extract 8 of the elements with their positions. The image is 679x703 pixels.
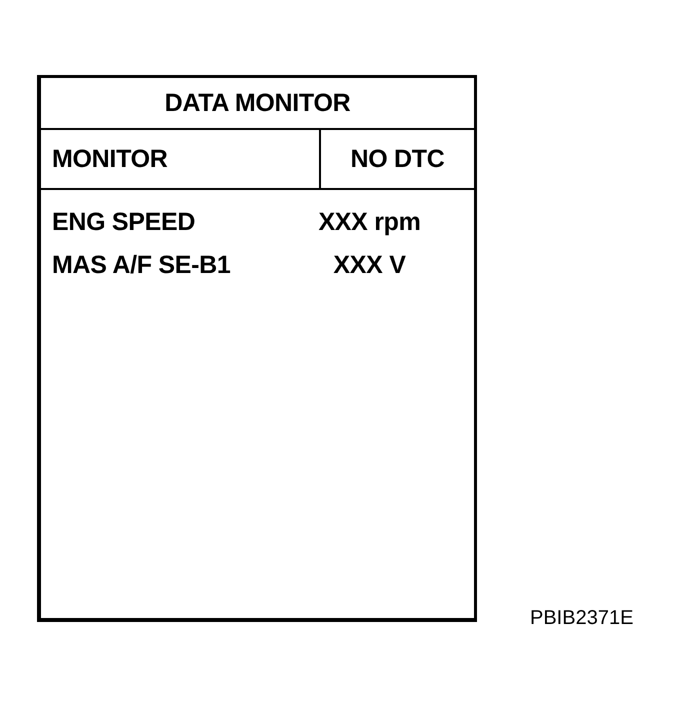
parameter-name: MAS A/F SE-B1 bbox=[52, 250, 232, 280]
figure-code: PBIB2371E bbox=[530, 607, 634, 630]
screen-title: DATA MONITOR bbox=[164, 88, 350, 118]
status-label: NO DTC bbox=[350, 144, 445, 174]
mode-label: MONITOR bbox=[52, 144, 168, 174]
parameter-name: ENG SPEED bbox=[52, 208, 196, 237]
parameter-value: XXX rpm bbox=[317, 208, 422, 237]
parameter-value: XXX V bbox=[332, 250, 407, 280]
